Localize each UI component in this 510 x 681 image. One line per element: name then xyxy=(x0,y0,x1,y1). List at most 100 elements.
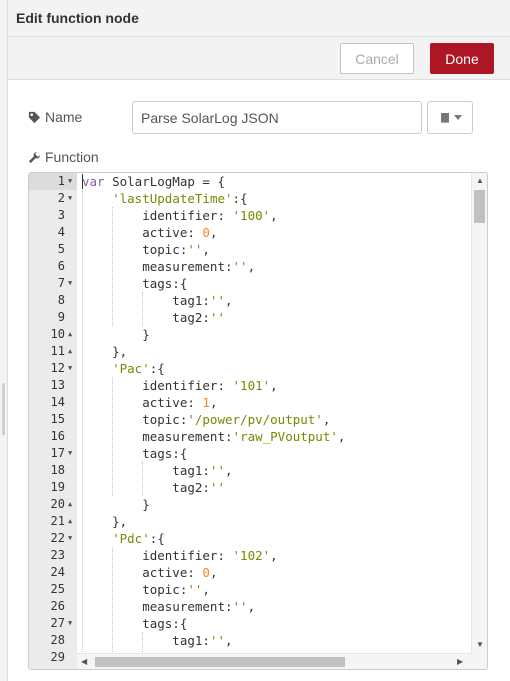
line-number: 24 xyxy=(50,565,65,579)
fold-open-icon[interactable]: ▼ xyxy=(68,530,72,547)
line-number: 17 xyxy=(50,446,65,460)
gutter-row: 21 ▲ xyxy=(29,513,77,530)
code-line: tag1:'', xyxy=(82,293,233,308)
sidebar-splitter[interactable] xyxy=(0,0,8,681)
gutter-row: 28 xyxy=(29,632,77,649)
horizontal-scroll-thumb[interactable] xyxy=(95,657,345,667)
fold-open-icon[interactable]: ▼ xyxy=(68,360,72,377)
scroll-down-icon[interactable]: ▼ xyxy=(476,640,484,649)
gutter-row: 24 xyxy=(29,564,77,581)
gutter-row: 23 xyxy=(29,547,77,564)
vertical-scrollbar[interactable]: ▲ ▼ xyxy=(471,173,487,654)
vertical-scroll-thumb[interactable] xyxy=(474,190,485,223)
gutter-row: 26 xyxy=(29,598,77,615)
scroll-up-icon[interactable]: ▲ xyxy=(476,176,484,185)
gutter-row: 14 xyxy=(29,394,77,411)
horizontal-scrollbar[interactable]: ◀ ▶ xyxy=(77,653,471,669)
line-number: 5 xyxy=(57,242,65,256)
code-line: tag1:'', xyxy=(82,463,233,478)
code-line: topic:'/power/pv/output', xyxy=(82,412,331,427)
line-number: 2 xyxy=(57,191,65,205)
fold-open-icon[interactable]: ▼ xyxy=(68,615,72,632)
editor-gutter: 1 ▼ 2 ▼ 3 4 5 6 7 ▼ 8 9 10 ▲ 11 ▲ 12 ▼ 13 14 15 16 17 ▼ 18 19 20 ▲ 2… xyxy=(29,173,77,669)
gutter-row: 2 ▼ xyxy=(29,190,77,207)
code-line: 'Pdc':{ xyxy=(112,531,165,546)
code-line: tag2:'' xyxy=(82,310,225,325)
line-number: 4 xyxy=(57,225,65,239)
code-line: } xyxy=(82,497,150,512)
code-line: measurement:'', xyxy=(82,259,256,274)
line-number: 6 xyxy=(57,259,65,273)
line-number: 15 xyxy=(50,412,65,426)
code-line: topic:'', xyxy=(82,582,210,597)
fold-open-icon[interactable]: ▼ xyxy=(68,275,72,292)
gutter-row: 18 xyxy=(29,462,77,479)
scroll-left-icon[interactable]: ◀ xyxy=(81,657,87,666)
line-number: 9 xyxy=(57,310,65,324)
fold-close-icon[interactable]: ▲ xyxy=(68,326,72,343)
tray-header: Edit function node xyxy=(8,0,510,37)
name-input[interactable]: Parse SolarLog JSON xyxy=(132,101,422,134)
code-line: identifier: '100', xyxy=(82,208,278,223)
code-line: active: 1, xyxy=(82,395,218,410)
gutter-row: 12 ▼ xyxy=(29,360,77,377)
done-button[interactable]: Done xyxy=(430,43,494,74)
gutter-row: 5 xyxy=(29,241,77,258)
wrench-icon xyxy=(28,151,41,163)
code-line: tags:{ xyxy=(82,446,188,461)
code-line: topic:'', xyxy=(82,242,210,257)
tray-title: Edit function node xyxy=(16,10,139,26)
code-line: } xyxy=(82,327,150,342)
line-number: 1 xyxy=(57,174,65,188)
fold-close-icon[interactable]: ▲ xyxy=(68,496,72,513)
scroll-right-icon[interactable]: ▶ xyxy=(457,657,463,666)
line-number: 7 xyxy=(57,276,65,290)
fold-open-icon[interactable]: ▼ xyxy=(68,190,72,207)
gutter-row: 1 ▼ xyxy=(29,173,77,190)
scrollbar-corner xyxy=(471,653,487,669)
code-editor[interactable]: 1 ▼ 2 ▼ 3 4 5 6 7 ▼ 8 9 10 ▲ 11 ▲ 12 ▼ 13 14 15 16 17 ▼ 18 19 20 ▲ 2… xyxy=(28,172,488,670)
line-number: 18 xyxy=(50,463,65,477)
code-line: measurement:'raw_PVoutput', xyxy=(82,429,346,444)
gutter-row: 25 xyxy=(29,581,77,598)
function-label-text: Function xyxy=(45,149,99,165)
gutter-row: 13 xyxy=(29,377,77,394)
code-line: 'lastUpdateTime':{ xyxy=(112,191,248,206)
gutter-row: 22 ▼ xyxy=(29,530,77,547)
code-line: tag1:'', xyxy=(82,633,233,648)
line-number: 20 xyxy=(50,497,65,511)
code-line: measurement:'', xyxy=(82,599,256,614)
line-number: 8 xyxy=(57,293,65,307)
line-number: 25 xyxy=(50,582,65,596)
line-number: 28 xyxy=(50,633,65,647)
code-line: }, xyxy=(82,514,128,529)
library-button[interactable] xyxy=(427,101,473,134)
line-number: 13 xyxy=(50,378,65,392)
code-line: }, xyxy=(82,344,128,359)
line-number: 19 xyxy=(50,480,65,494)
code-line: tags:{ xyxy=(82,616,188,631)
gutter-row: 6 xyxy=(29,258,77,275)
fold-close-icon[interactable]: ▲ xyxy=(68,513,72,530)
fold-close-icon[interactable]: ▲ xyxy=(68,343,72,360)
code-line: active: 0, xyxy=(82,225,218,240)
line-number: 29 xyxy=(50,650,65,664)
fold-open-icon[interactable]: ▼ xyxy=(68,173,72,190)
name-label-text: Name xyxy=(45,109,83,125)
code-line: tag2:'' xyxy=(82,480,225,495)
gutter-row: 10 ▲ xyxy=(29,326,77,343)
fold-open-icon[interactable]: ▼ xyxy=(68,445,72,462)
splitter-grip[interactable] xyxy=(2,383,5,435)
gutter-row: 3 xyxy=(29,207,77,224)
line-number: 14 xyxy=(50,395,65,409)
line-number: 22 xyxy=(50,531,65,545)
book-icon xyxy=(440,112,449,123)
code-area[interactable]: var SolarLogMap = { 'lastUpdateTime':{ i… xyxy=(77,173,471,654)
caret-down-icon xyxy=(453,115,462,120)
gutter-row: 11 ▲ xyxy=(29,343,77,360)
line-number: 27 xyxy=(50,616,65,630)
cancel-button[interactable]: Cancel xyxy=(340,43,414,74)
line-number: 11 xyxy=(50,344,65,358)
line-number: 3 xyxy=(57,208,65,222)
gutter-row: 9 xyxy=(29,309,77,326)
